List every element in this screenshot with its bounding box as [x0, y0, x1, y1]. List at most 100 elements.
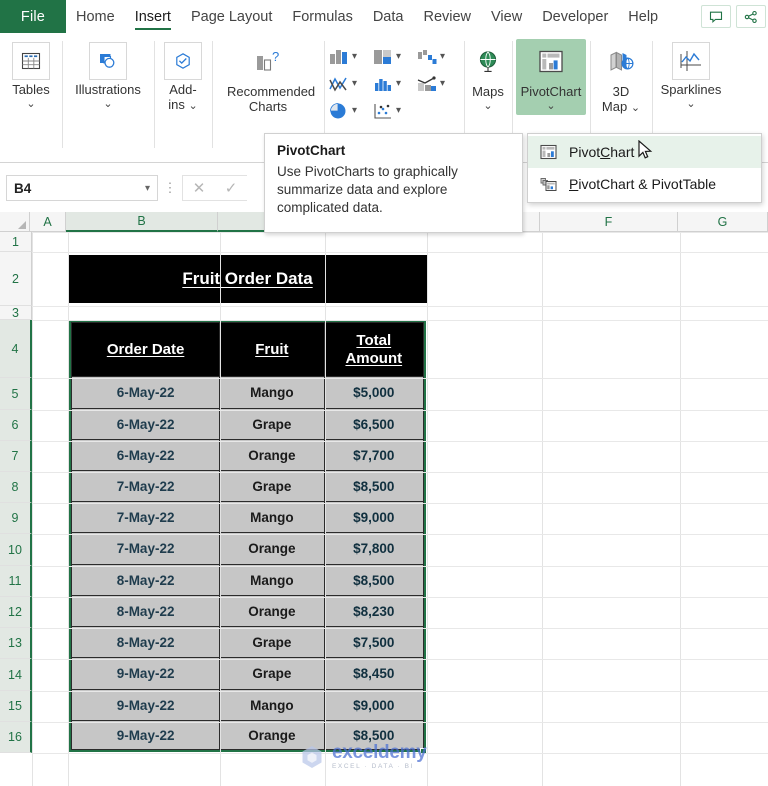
column-chart-icon[interactable]: ▾	[328, 47, 372, 67]
table-cell-amount[interactable]: $5,000	[324, 377, 423, 409]
waterfall-chart-caret-icon[interactable]: ▾	[440, 51, 445, 62]
row-header-13[interactable]: 13	[0, 628, 32, 659]
row-header-3[interactable]: 3	[0, 306, 32, 320]
table-cell-date[interactable]: 8-May-22	[72, 565, 221, 596]
table-cell-fruit[interactable]: Orange	[220, 440, 325, 471]
pivotchart-button[interactable]: PivotChart ⌄	[516, 39, 586, 115]
column-header-G[interactable]: G	[678, 212, 768, 232]
tab-file[interactable]: File	[0, 0, 66, 33]
row-header-5[interactable]: 5	[0, 378, 32, 410]
table-cell-date[interactable]: 7-May-22	[72, 533, 221, 565]
tables-caret-icon[interactable]: ⌄	[26, 98, 35, 110]
row-header-10[interactable]: 10	[0, 534, 32, 566]
row-header-6[interactable]: 6	[0, 410, 32, 441]
column-header-B[interactable]: B	[66, 212, 218, 232]
sheet-title-cell[interactable]: Fruit Order Data	[68, 255, 427, 303]
table-cell-fruit[interactable]: Mango	[220, 565, 325, 596]
table-cell-amount[interactable]: $6,500	[324, 409, 423, 440]
select-all-button[interactable]	[0, 212, 30, 232]
table-header-cell[interactable]: Fruit	[220, 323, 325, 377]
maps-button[interactable]: Maps ⌄	[468, 39, 508, 115]
table-cell-date[interactable]: 6-May-22	[72, 440, 221, 471]
line-chart-icon[interactable]: ▾	[328, 74, 372, 94]
table-cell-amount[interactable]: $9,000	[324, 690, 423, 721]
column-chart-caret-icon[interactable]: ▾	[352, 51, 357, 62]
table-cell-date[interactable]: 6-May-22	[72, 377, 221, 409]
illustrations-caret-icon[interactable]: ⌄	[103, 98, 112, 110]
line-chart-caret-icon[interactable]: ▾	[352, 78, 357, 89]
pie-chart-icon[interactable]: ▾	[328, 101, 372, 121]
table-cell-amount[interactable]: $8,450	[324, 658, 423, 690]
table-cell-date[interactable]: 6-May-22	[72, 409, 221, 440]
table-cell-date[interactable]: 7-May-22	[72, 502, 221, 533]
table-header-cell[interactable]: Total Amount	[324, 323, 423, 377]
row-header-2[interactable]: 2	[0, 252, 32, 306]
row-header-1[interactable]: 1	[0, 232, 32, 252]
illustrations-button[interactable]: Illustrations ⌄	[66, 39, 150, 113]
table-cell-fruit[interactable]: Grape	[220, 409, 325, 440]
comment-icon[interactable]	[701, 5, 731, 28]
row-header-12[interactable]: 12	[0, 597, 32, 628]
table-cell-date[interactable]: 7-May-22	[72, 471, 221, 502]
waterfall-chart-icon[interactable]: ▾	[416, 47, 460, 67]
table-cell-amount[interactable]: $7,700	[324, 440, 423, 471]
scatter-chart-caret-icon[interactable]: ▾	[396, 105, 401, 116]
table-header-cell[interactable]: Order Date	[72, 323, 221, 377]
statistic-chart-caret-icon[interactable]: ▾	[396, 78, 401, 89]
table-cell-amount[interactable]: $8,230	[324, 596, 423, 627]
3d-map-button[interactable]: 3D Map ⌄	[594, 39, 648, 117]
pie-chart-caret-icon[interactable]: ▾	[352, 105, 357, 116]
table-cell-fruit[interactable]: Orange	[220, 533, 325, 565]
formula-bar-expand-icon[interactable]: ⋮	[158, 181, 182, 194]
pivotchart-caret-icon[interactable]: ⌄	[546, 100, 555, 112]
tab-data[interactable]: Data	[363, 0, 414, 33]
3d-map-caret-icon[interactable]: ⌄	[631, 102, 640, 114]
statistic-chart-icon[interactable]: ▾	[372, 74, 416, 94]
scatter-chart-icon[interactable]: ▾	[372, 101, 416, 121]
column-header-A[interactable]: A	[30, 212, 66, 232]
row-header-16[interactable]: 16	[0, 722, 32, 753]
table-cell-amount[interactable]: $9,000	[324, 502, 423, 533]
tab-page-layout[interactable]: Page Layout	[181, 0, 282, 33]
combo-chart-caret-icon[interactable]: ▾	[440, 78, 445, 89]
table-cell-fruit[interactable]: Mango	[220, 690, 325, 721]
addins-caret-icon[interactable]: ⌄	[189, 100, 198, 112]
table-cell-fruit[interactable]: Mango	[220, 502, 325, 533]
table-cell-date[interactable]: 9-May-22	[72, 690, 221, 721]
hierarchy-chart-caret-icon[interactable]: ▾	[396, 51, 401, 62]
table-cell-date[interactable]: 9-May-22	[72, 721, 221, 749]
tab-developer[interactable]: Developer	[532, 0, 618, 33]
table-cell-amount[interactable]: $8,500	[324, 471, 423, 502]
table-cell-fruit[interactable]: Orange	[220, 596, 325, 627]
table-cell-amount[interactable]: $7,800	[324, 533, 423, 565]
tab-insert[interactable]: Insert	[125, 0, 181, 33]
check-icon[interactable]: ✓	[215, 176, 247, 200]
hierarchy-chart-icon[interactable]: ▾	[372, 47, 416, 67]
tab-review[interactable]: Review	[413, 0, 481, 33]
close-icon[interactable]: ✕	[183, 176, 215, 200]
menu-item-pivotchart-pivottable[interactable]: PivotChart & PivotTable	[528, 168, 761, 200]
sparklines-button[interactable]: Sparklines ⌄	[656, 39, 726, 113]
tab-home[interactable]: Home	[66, 0, 125, 33]
addins-button[interactable]: Add- ins ⌄	[158, 39, 208, 115]
table-cell-date[interactable]: 8-May-22	[72, 627, 221, 658]
row-header-7[interactable]: 7	[0, 441, 32, 472]
recommended-charts-button[interactable]: ? Recommended Charts	[216, 39, 320, 117]
tables-button[interactable]: Tables ⌄	[4, 39, 58, 113]
table-cell-fruit[interactable]: Grape	[220, 627, 325, 658]
sparklines-caret-icon[interactable]: ⌄	[686, 98, 695, 110]
column-header-F[interactable]: F	[540, 212, 678, 232]
tab-view[interactable]: View	[481, 0, 532, 33]
table-cell-fruit[interactable]: Grape	[220, 471, 325, 502]
table-cell-amount[interactable]: $8,500	[324, 565, 423, 596]
sheet-canvas[interactable]: Fruit Order Data Order Date Fruit Total Amo…	[32, 232, 768, 786]
combo-chart-icon[interactable]: ▾	[416, 74, 460, 94]
tab-formulas[interactable]: Formulas	[282, 0, 362, 33]
name-box-dropdown-icon[interactable]: ▾	[145, 183, 150, 194]
table-cell-date[interactable]: 9-May-22	[72, 658, 221, 690]
table-cell-amount[interactable]: $7,500	[324, 627, 423, 658]
maps-caret-icon[interactable]: ⌄	[483, 100, 492, 112]
row-header-11[interactable]: 11	[0, 566, 32, 597]
table-cell-fruit[interactable]: Mango	[220, 377, 325, 409]
table-cell-date[interactable]: 8-May-22	[72, 596, 221, 627]
